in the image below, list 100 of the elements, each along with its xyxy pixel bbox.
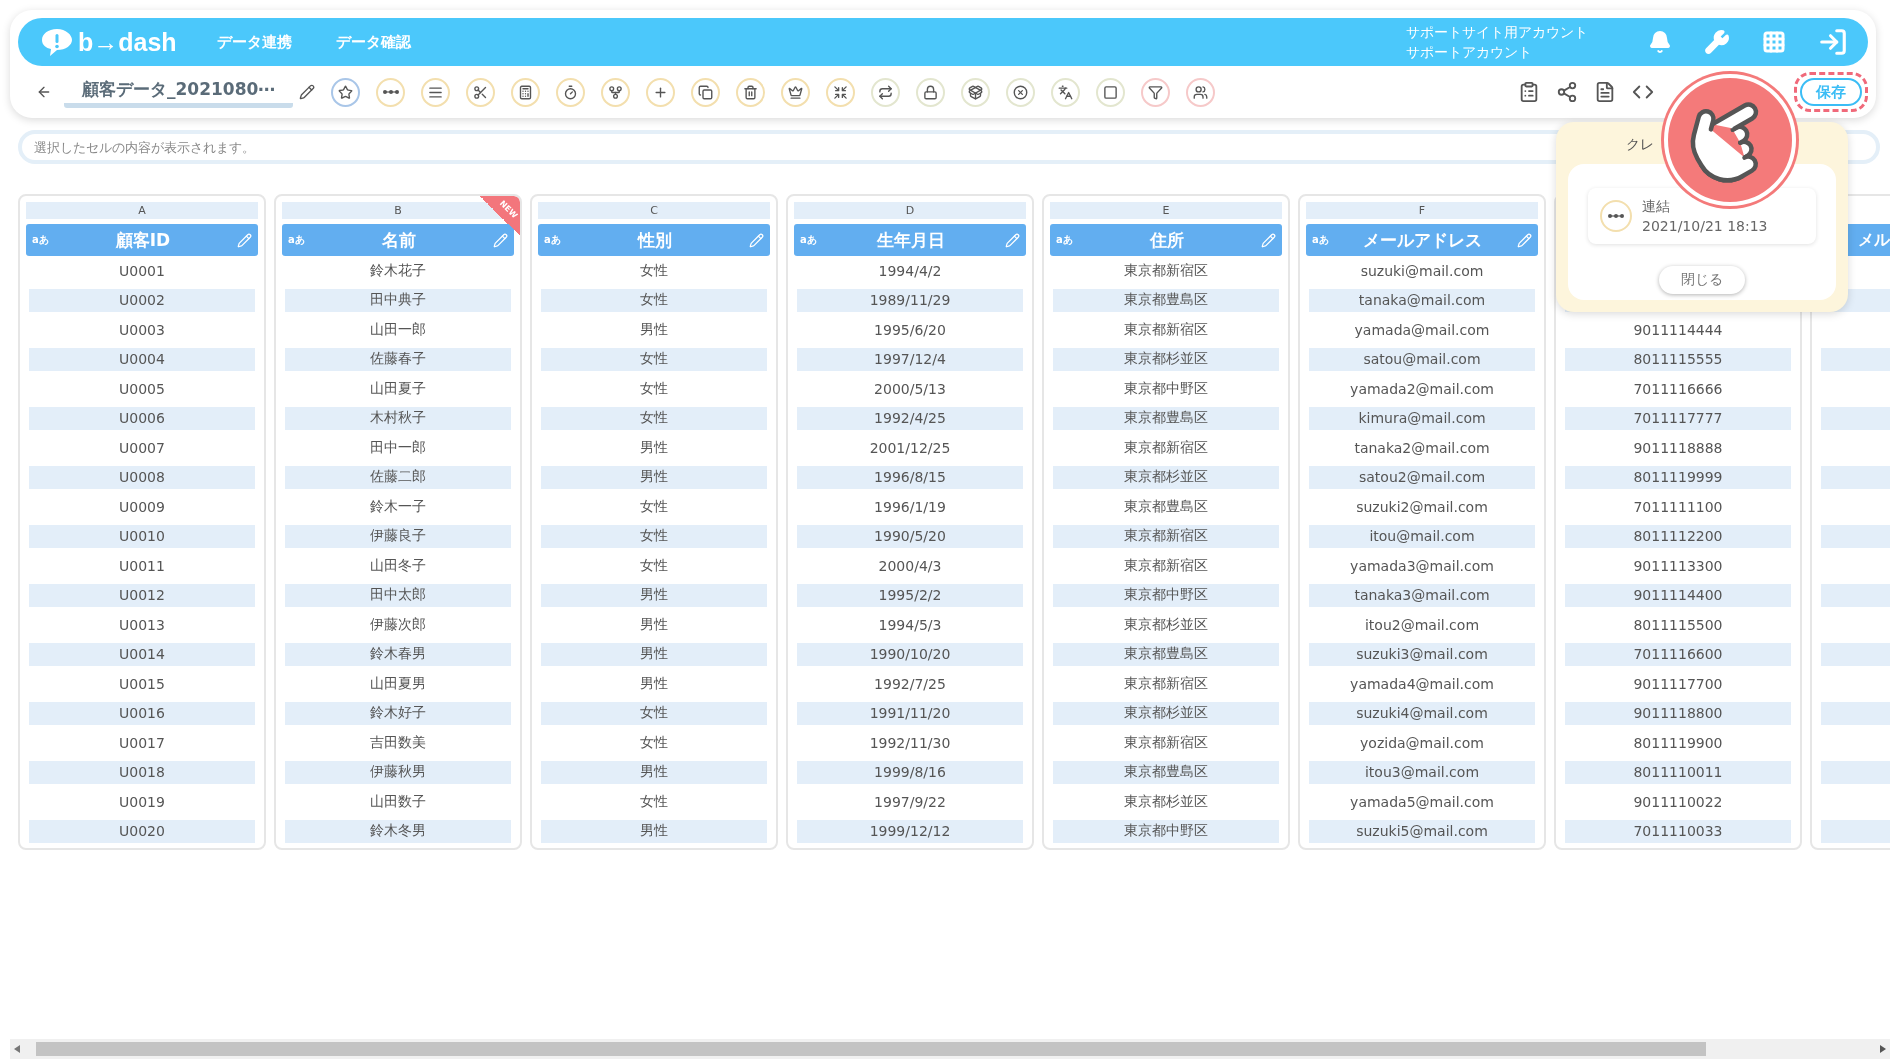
type-label: aあ — [544, 233, 561, 247]
table-cell: itou3@mail.com — [1309, 760, 1535, 784]
document-title[interactable]: 顧客データ_2021080⋯ — [64, 76, 294, 108]
table-cell-text: 鈴木一子 — [369, 496, 427, 516]
table-cell: 鈴木春男 — [285, 642, 511, 666]
close-button[interactable]: 閉じる — [1659, 266, 1745, 294]
table-cell: 1996/8/15 — [797, 465, 1023, 489]
table-cell: 東京都豊島区 — [1053, 642, 1279, 666]
popup-title: クレ — [1626, 136, 1654, 154]
table-cell: 東京都新宿区 — [1053, 524, 1279, 548]
table-cell-text: U0013 — [118, 615, 166, 635]
table-cell-text: U0017 — [118, 733, 166, 753]
table-cell: U0010 — [29, 524, 255, 548]
table-cell: 1999/8/16 — [797, 760, 1023, 784]
tool-button[interactable] — [556, 77, 586, 107]
table-cell-text: 東京都新宿区 — [1123, 319, 1209, 339]
table-cell-text: yamada2@mail.com — [1349, 379, 1495, 399]
table-cell: 伊藤秋男 — [285, 760, 511, 784]
repeat-icon — [878, 84, 894, 100]
table-cell-text: U0015 — [118, 674, 166, 694]
copy-icon — [698, 84, 714, 100]
table-cell: suzuki3@mail.com — [1309, 642, 1535, 666]
table-cell: 東京都杉並区 — [1053, 465, 1279, 489]
horizontal-scrollbar[interactable] — [10, 1039, 1890, 1059]
tool-button[interactable] — [511, 77, 541, 107]
tool-button[interactable] — [781, 77, 811, 107]
tool-button[interactable] — [961, 77, 991, 107]
tool-button[interactable] — [1051, 77, 1081, 107]
tool-button[interactable] — [1096, 77, 1126, 107]
tool-button[interactable] — [1141, 77, 1171, 107]
table-cell-text: 東京都新宿区 — [1123, 673, 1209, 693]
scroll-right-icon[interactable] — [1880, 1045, 1886, 1053]
table-cell-text: 東京都新宿区 — [1123, 437, 1209, 457]
table-cell-text: 9011110022 — [1632, 792, 1724, 812]
tool-button[interactable] — [421, 77, 451, 107]
tool-button[interactable] — [376, 77, 406, 107]
tool-button[interactable] — [466, 77, 496, 107]
table-cell: 東京都豊島区 — [1053, 760, 1279, 784]
table-cell-text: 東京都杉並区 — [1123, 614, 1209, 634]
tool-button[interactable] — [826, 77, 856, 107]
nav-link[interactable]: データ連携 — [216, 32, 292, 52]
column-header[interactable]: aあ 住所 — [1050, 224, 1282, 256]
table-cell: suzuki5@mail.com — [1309, 819, 1535, 843]
pencil-icon[interactable] — [299, 84, 316, 100]
tool-button[interactable] — [1006, 77, 1036, 107]
table-cell-text: yamada@mail.com — [1353, 320, 1491, 340]
type-label: aあ — [32, 233, 49, 247]
tool-button[interactable] — [331, 77, 361, 107]
shrink-icon — [833, 84, 849, 100]
column-header[interactable]: aあ 性別 — [538, 224, 770, 256]
table-cell: 1991/11/20 — [797, 701, 1023, 725]
tool-button[interactable] — [871, 77, 901, 107]
table-cell: 佐藤春子 — [285, 347, 511, 371]
column-title: 顧客ID — [114, 228, 172, 252]
file-icon[interactable] — [1594, 81, 1616, 103]
logo-text: b→dash — [78, 27, 177, 57]
table-cell: 東京都杉並区 — [1053, 701, 1279, 725]
tool-button[interactable] — [1186, 77, 1216, 107]
table-cell-text: 鈴木花子 — [369, 260, 427, 280]
column-header[interactable]: aあ 生年月日 — [794, 224, 1026, 256]
table-cell-text: U0019 — [118, 792, 166, 812]
nav-link[interactable]: データ確認 — [335, 32, 411, 52]
table-cell: U0012 — [29, 583, 255, 607]
table-cell-text: 東京都新宿区 — [1123, 732, 1209, 752]
tool-button[interactable] — [601, 77, 631, 107]
table-cell-text: 吉田数美 — [369, 732, 427, 752]
timer-icon — [563, 84, 579, 100]
fork-icon — [608, 84, 624, 100]
table-cell-text: 8011115500 — [1632, 615, 1724, 635]
history-item[interactable]: 連結 2021/10/21 18:13 — [1588, 188, 1816, 244]
scrollbar-thumb[interactable] — [36, 1042, 1706, 1056]
table-cell: 伊藤良子 — [285, 524, 511, 548]
table-cell-text: 東京都新宿区 — [1123, 260, 1209, 280]
table-cell-text: 1992/11/30 — [868, 733, 952, 753]
table-cell: U0016 — [29, 701, 255, 725]
type-label: aあ — [800, 233, 817, 247]
column-header[interactable]: aあ 名前 — [282, 224, 514, 256]
column-header[interactable]: aあ メールアドレス — [1306, 224, 1538, 256]
scissors-icon — [473, 84, 489, 100]
tool-button[interactable] — [691, 77, 721, 107]
clipboard-icon[interactable] — [1518, 81, 1540, 103]
share-icon[interactable] — [1556, 81, 1578, 103]
table-cell: 1990/5/20 — [797, 524, 1023, 548]
table-cell: 男性 — [541, 583, 767, 607]
table-cell: 東京都中野区 — [1053, 819, 1279, 843]
table-cell-text: 8011119900 — [1632, 733, 1724, 753]
table-cell: U0020 — [29, 819, 255, 843]
table-cell-text: U0009 — [118, 497, 166, 517]
column-title: 生年月日 — [875, 228, 946, 252]
table-cell: 男性 — [541, 760, 767, 784]
table-cell-text: 東京都新宿区 — [1123, 555, 1209, 575]
table-cell: 9011114400 — [1565, 583, 1791, 607]
column-header[interactable]: aあ 顧客ID — [26, 224, 258, 256]
save-button[interactable]: 保存 — [1800, 78, 1862, 106]
scroll-left-icon[interactable] — [14, 1045, 20, 1053]
table-cell: 1989/11/29 — [797, 288, 1023, 312]
table-cell: 8011119999 — [1565, 465, 1791, 489]
tool-button[interactable] — [736, 77, 766, 107]
table-cell-text: 伊藤次郎 — [369, 614, 427, 634]
tool-button[interactable] — [916, 77, 946, 107]
